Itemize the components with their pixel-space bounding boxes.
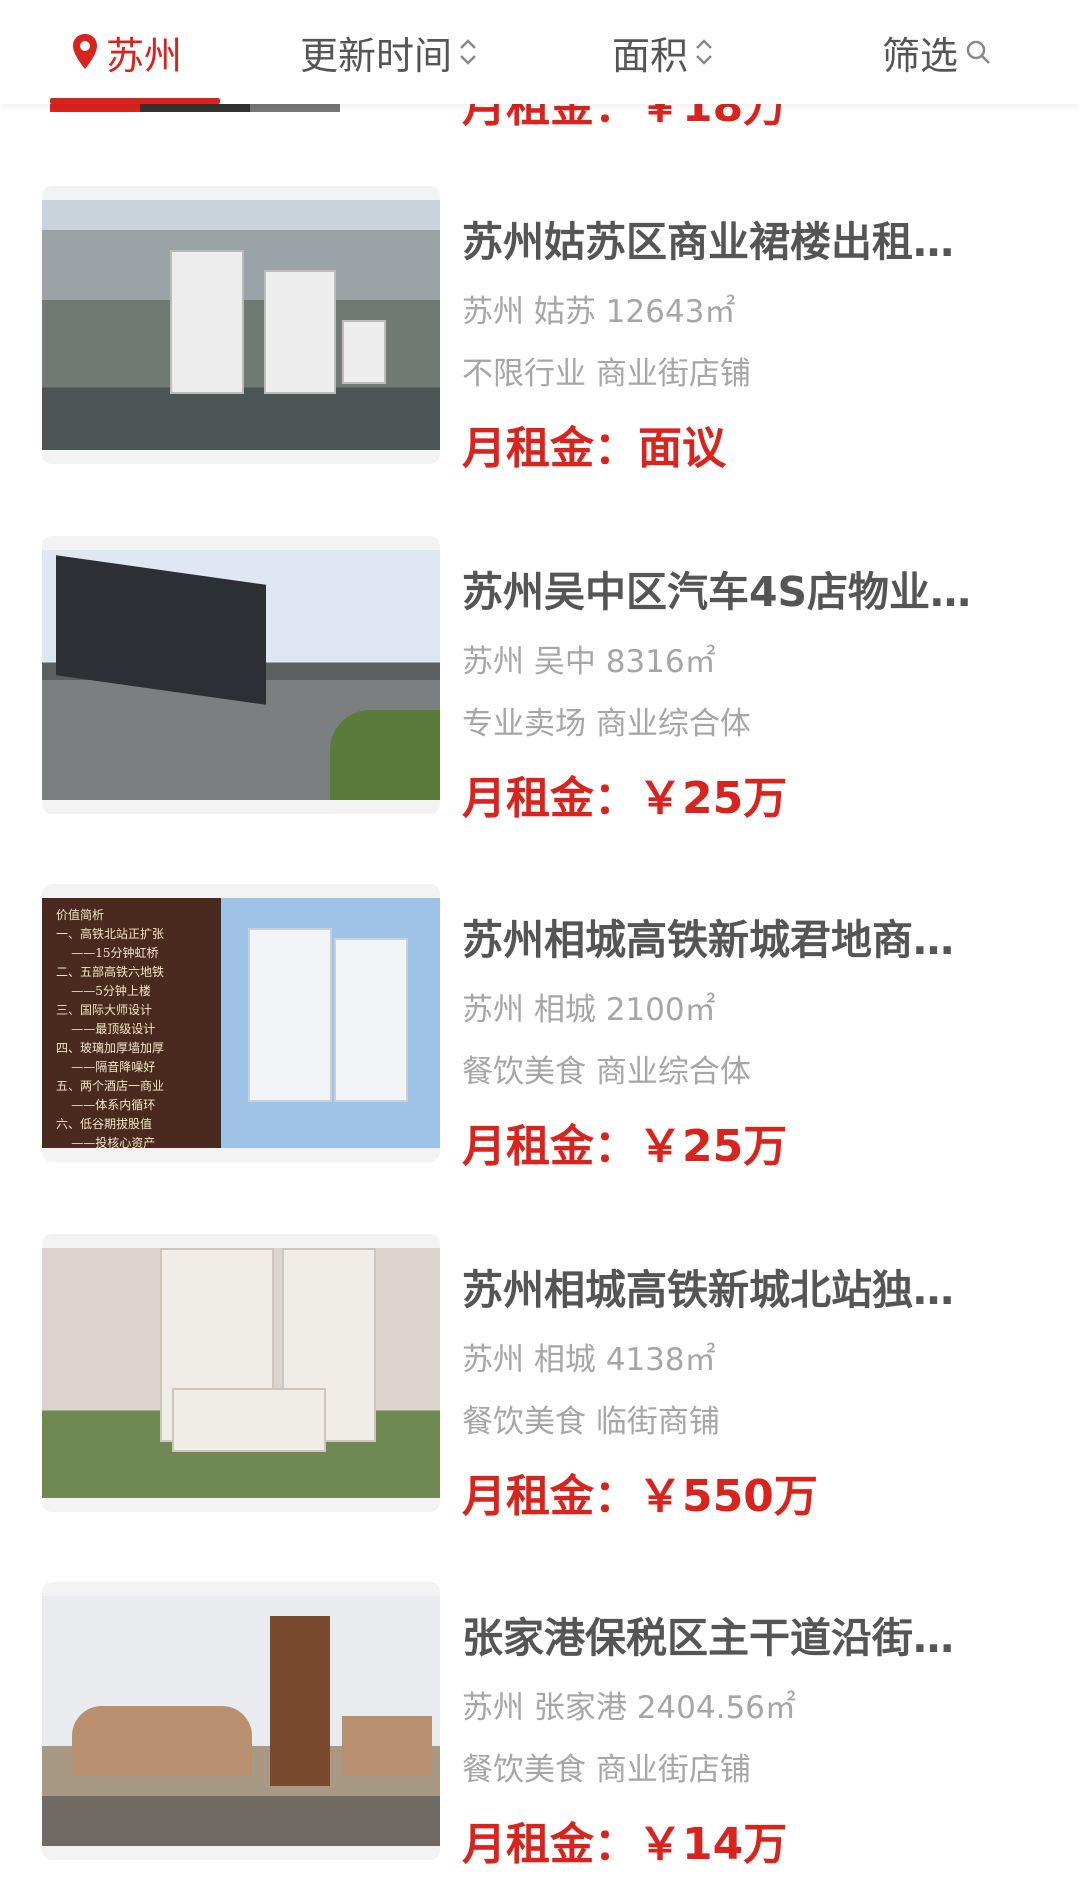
listing-tags: 餐饮美食 商业街店铺 [462,1752,751,1788]
listing-price: 月租金：￥25万 [462,773,788,824]
listing-title: 苏州姑苏区商业裙楼出租… [462,218,954,266]
listing-location-area: 苏州 相城 4138㎡ [462,1342,716,1378]
sort-area[interactable]: 面积 [612,0,714,104]
listing-item[interactable]: 苏州姑苏区商业裙楼出租… 苏州 姑苏 12643㎡ 不限行业 商业街店铺 月租金… [0,186,1080,476]
listing-thumbnail[interactable]: 价值简析 一、高铁北站正扩张 ——15分钟虹桥 二、五部高铁六地铁 ——5分钟上… [42,884,440,1162]
search-icon [964,38,992,66]
listing-thumbnail[interactable] [42,536,440,814]
building-model-photo [42,1248,440,1498]
listing-title: 苏州相城高铁新城君地商… [462,916,954,964]
listing-item[interactable]: 张家港保税区主干道沿街… 苏州 张家港 2404.56㎡ 餐饮美食 商业街店铺 … [0,1582,1080,1872]
listing-title: 张家港保税区主干道沿街… [462,1614,954,1662]
listing-tags: 专业卖场 商业综合体 [462,706,751,742]
filter-button[interactable]: 筛选 [882,0,992,104]
listing-price: 月租金：￥25万 [462,1121,788,1172]
listing-item[interactable]: 价值简析 一、高铁北站正扩张 ——15分钟虹桥 二、五部高铁六地铁 ——5分钟上… [0,884,1080,1174]
showroom-photo [42,550,440,800]
city-label: 苏州 [106,33,183,78]
location-pin-icon [70,32,100,72]
city-selector[interactable]: 苏州 [70,0,182,104]
filter-label: 筛选 [882,33,959,78]
listing-thumbnail[interactable] [42,186,440,464]
listing-price: 月租金：￥14万 [462,1819,788,1870]
listing-tags: 餐饮美食 临街商铺 [462,1404,720,1440]
sort-chevron-icon [694,35,714,69]
listing-location-area: 苏州 相城 2100㎡ [462,992,716,1028]
listing-location-area: 苏州 姑苏 12643㎡ [462,294,736,330]
listing-tags: 不限行业 商业街店铺 [462,356,751,392]
active-tab-indicator [50,98,220,104]
listing-title: 苏州吴中区汽车4S店物业… [462,568,972,616]
listing-item[interactable]: 苏州相城高铁新城北站独… 苏州 相城 4138㎡ 餐饮美食 临街商铺 月租金：￥… [0,1234,1080,1524]
listing-thumbnail[interactable] [42,1234,440,1512]
building-photo [42,200,440,450]
listing-price: 月租金：￥550万 [462,1471,818,1522]
listing-page: 苏州 更新时间 面积 筛选 月租金：￥18万 苏州姑苏区商业裙楼出租… 苏州 姑… [0,0,1080,1878]
street-render-photo [42,1596,440,1846]
value-analysis-text: 价值简析 一、高铁北站正扩张 ——15分钟虹桥 二、五部高铁六地铁 ——5分钟上… [56,908,165,1150]
filter-bar: 苏州 更新时间 面积 筛选 [0,0,1080,104]
sort-update-time-label: 更新时间 [300,33,453,78]
listing-location-area: 苏州 吴中 8316㎡ [462,644,716,680]
listing-title: 苏州相城高铁新城北站独… [462,1266,954,1314]
listing-thumbnail[interactable] [42,1582,440,1860]
office-tower-photo: 价值简析 一、高铁北站正扩张 ——15分钟虹桥 二、五部高铁六地铁 ——5分钟上… [42,898,440,1150]
listing-location-area: 苏州 张家港 2404.56㎡ [462,1690,796,1726]
sort-update-time[interactable]: 更新时间 [300,0,478,104]
listing-price: 月租金：面议 [462,423,726,474]
listing-item[interactable]: 苏州吴中区汽车4S店物业… 苏州 吴中 8316㎡ 专业卖场 商业综合体 月租金… [0,536,1080,826]
sort-area-label: 面积 [612,33,689,78]
listing-tags: 餐饮美食 商业综合体 [462,1054,751,1090]
sort-chevron-icon [458,35,478,69]
